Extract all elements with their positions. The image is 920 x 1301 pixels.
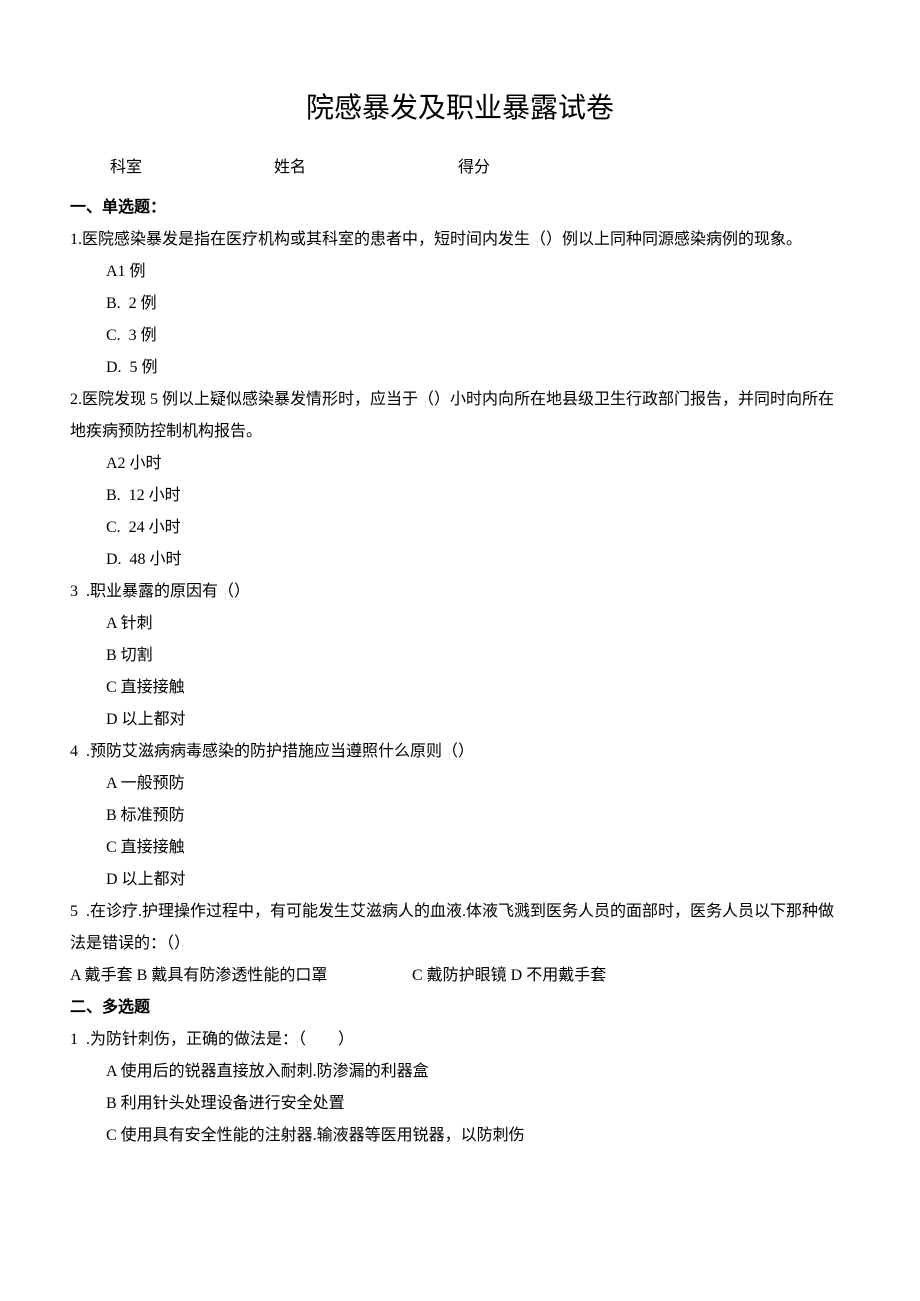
q5-stem-line2: 法是错误的：（） bbox=[70, 928, 850, 960]
q5-option-cd: C 戴防护眼镜 D 不用戴手套 bbox=[412, 967, 606, 984]
q2-stem-line1: 2.医院发现 5 例以上疑似感染暴发情形时，应当于（）小时内向所在地县级卫生行政… bbox=[70, 384, 850, 416]
page-title: 院感暴发及职业暴露试卷 bbox=[70, 80, 850, 136]
q5-options-row: A 戴手套 B 戴具有防渗透性能的口罩 C 戴防护眼镜 D 不用戴手套 bbox=[70, 960, 850, 992]
q2-option-a: A2 小时 bbox=[70, 448, 850, 480]
q2-stem-line2: 地疾病预防控制机构报告。 bbox=[70, 416, 850, 448]
q5-stem-line1: 5 .在诊疗.护理操作过程中，有可能发生艾滋病人的血液.体液飞溅到医务人员的面部… bbox=[70, 896, 850, 928]
q3-option-c: C 直接接触 bbox=[70, 672, 850, 704]
section2-header: 二、多选题 bbox=[70, 992, 850, 1024]
info-name-label: 姓名 bbox=[274, 152, 454, 184]
info-row: 科室 姓名 得分 bbox=[70, 152, 850, 184]
info-score-label: 得分 bbox=[458, 152, 490, 184]
q2-option-d: D. 48 小时 bbox=[70, 544, 850, 576]
q3-option-a: A 针刺 bbox=[70, 608, 850, 640]
q3-option-b: B 切割 bbox=[70, 640, 850, 672]
s2-q1-option-c: C 使用具有安全性能的注射器.输液器等医用锐器，以防刺伤 bbox=[70, 1120, 850, 1152]
q1-option-b: B. 2 例 bbox=[70, 288, 850, 320]
q5-option-ab: A 戴手套 B 戴具有防渗透性能的口罩 bbox=[70, 960, 400, 992]
q1-stem: 1.医院感染暴发是指在医疗机构或其科室的患者中，短时间内发生（）例以上同种同源感… bbox=[70, 224, 850, 256]
section1-header: 一、单选题： bbox=[70, 192, 850, 224]
q4-option-c: C 直接接触 bbox=[70, 832, 850, 864]
q3-option-d: D 以上都对 bbox=[70, 704, 850, 736]
q4-option-d: D 以上都对 bbox=[70, 864, 850, 896]
info-dept-label: 科室 bbox=[110, 152, 270, 184]
q2-option-c: C. 24 小时 bbox=[70, 512, 850, 544]
s2-q1-option-b: B 利用针头处理设备进行安全处置 bbox=[70, 1088, 850, 1120]
q4-option-a: A 一般预防 bbox=[70, 768, 850, 800]
q1-option-d: D. 5 例 bbox=[70, 352, 850, 384]
s2-q1-option-a: A 使用后的锐器直接放入耐刺.防渗漏的利器盒 bbox=[70, 1056, 850, 1088]
q1-option-c: C. 3 例 bbox=[70, 320, 850, 352]
q4-option-b: B 标准预防 bbox=[70, 800, 850, 832]
q1-option-a: A1 例 bbox=[70, 256, 850, 288]
s2-q1-stem: 1 .为防针刺伤，正确的做法是：（ ） bbox=[70, 1024, 850, 1056]
q4-stem: 4 .预防艾滋病病毒感染的防护措施应当遵照什么原则（） bbox=[70, 736, 850, 768]
q2-option-b: B. 12 小时 bbox=[70, 480, 850, 512]
q3-stem: 3 .职业暴露的原因有（） bbox=[70, 576, 850, 608]
